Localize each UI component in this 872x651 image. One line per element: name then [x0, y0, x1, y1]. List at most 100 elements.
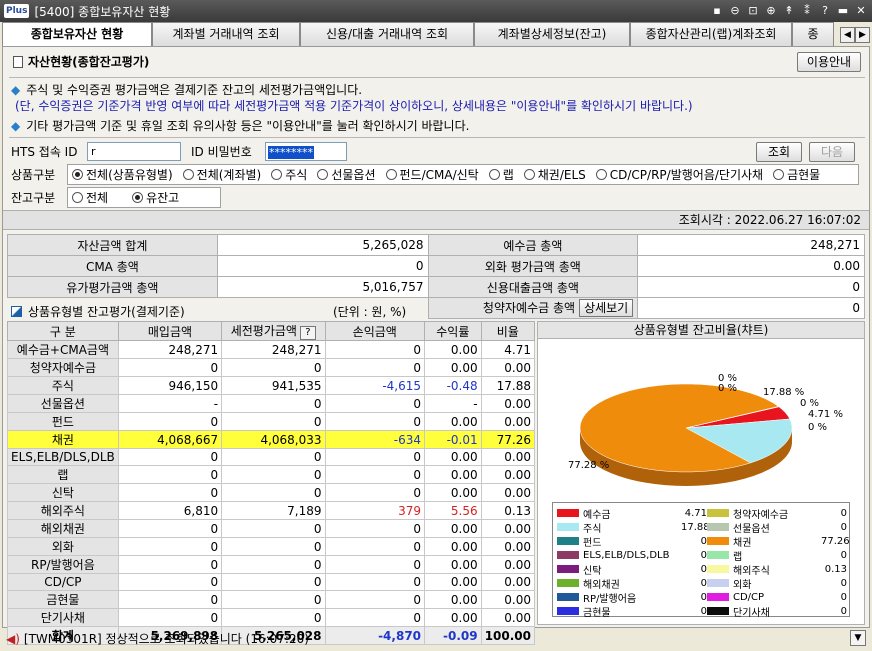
query-button[interactable]: 조회 [756, 142, 802, 162]
hts-id-input[interactable]: r [87, 142, 181, 161]
query-time: 조회시각 : 2022.06.27 16:07:02 [3, 210, 869, 230]
tab-4[interactable]: 계좌별상세정보(잔고) [474, 22, 630, 46]
table-cell: 주식 [7, 376, 119, 395]
menu-icon[interactable]: ▪ [710, 3, 724, 18]
info-button[interactable]: 이용안내 [797, 52, 861, 72]
divider [9, 137, 865, 138]
product-option[interactable]: 선물옵션 [317, 166, 376, 183]
product-option[interactable]: 펀드/CMA/신탁 [385, 166, 479, 183]
table-cell: 0.00 [480, 394, 536, 413]
legend-value: 0 [700, 577, 707, 589]
tab-1[interactable]: 종합보유자산 현황 [2, 22, 152, 46]
table-row: RP/발행어음 0 0 0 0.00 0.00 [7, 555, 536, 574]
table-cell: 0.00 [480, 555, 536, 574]
app-logo: Plus [4, 4, 30, 18]
table-row: 선물옵션 -0 0-0.00 [7, 394, 536, 413]
tab-scroll-right-icon[interactable]: ▶ [855, 27, 870, 43]
table-cell: 단기사채 [7, 608, 119, 627]
radio-icon[interactable] [317, 169, 329, 180]
notice-2: (단, 수익증권은 기준가격 반영 여부에 따라 세전평가금액 적용 기준가격이… [15, 99, 693, 113]
radio-icon[interactable] [271, 169, 283, 180]
radio-icon[interactable] [182, 169, 194, 180]
minimize-icon[interactable]: ▬ [836, 3, 850, 18]
help-icon[interactable]: ? [299, 326, 316, 340]
product-option[interactable]: CD/CP/RP/발행어음/단기사채 [595, 166, 763, 183]
table-cell: 17.88 [480, 376, 536, 395]
product-option[interactable]: 채권/ELS [523, 166, 586, 183]
chart-panel: 상품유형별 잔고비율(챠트) 17.88 % 77.28 % 0 % 0 % 0 % 4.… [537, 321, 865, 625]
status-bar: ◀) [TWM0301R] 정상적으로 조회되었습니다 (16:07:20) ▼ [2, 628, 870, 649]
chart-toggle-icon[interactable] [11, 306, 22, 317]
product-option[interactable]: 전체(상품유형별) [72, 166, 173, 183]
table-cell: 펀드 [7, 412, 119, 431]
balance-row: 잔고구분 전체 유잔고 [11, 187, 221, 208]
tab-3[interactable]: 신용/대출 거래내역 조회 [300, 22, 474, 46]
table-row: 예수금+CMA금액 248,271 248,271 0 0.00 4.71 [7, 340, 536, 359]
summary-value: 248,271 [637, 234, 865, 256]
product-option[interactable]: 전체(계좌별) [182, 166, 261, 183]
summary-row: CMA 총액 0 외화 평가금액 총액 0.00 [7, 255, 865, 277]
legend-value: 0 [840, 591, 847, 603]
summary-row: 자산금액 합계 5,265,028 예수금 총액 248,271 [7, 234, 865, 256]
product-option[interactable]: 금현물 [773, 166, 820, 183]
product-option[interactable]: 랩 [488, 166, 514, 183]
tab-bar: 종합보유자산 현황 계좌별 거래내역 조회 신용/대출 거래내역 조회 계좌별상세정보… [2, 22, 870, 46]
balance-option[interactable]: 전체 [72, 189, 108, 206]
close-icon[interactable]: ✕ [854, 3, 868, 18]
table-cell: RP/발행어음 [7, 555, 119, 574]
radio-icon[interactable] [132, 192, 144, 203]
table-cell: 0.00 [480, 537, 536, 556]
radio-icon[interactable] [385, 169, 397, 180]
table-cell: 77.26 [480, 430, 536, 449]
table-cell: 0 [221, 537, 326, 556]
legend-swatch [707, 565, 729, 573]
next-button[interactable]: 다음 [809, 142, 855, 162]
restore-icon[interactable]: ⊡ [746, 3, 760, 18]
legend-value: 0 [840, 507, 847, 519]
table-cell: 0 [324, 465, 426, 484]
legend-swatch [707, 607, 729, 615]
radio-icon[interactable] [523, 169, 535, 180]
product-label: 상품구분 [11, 168, 56, 182]
zoom-out-icon[interactable]: ⊖ [728, 3, 742, 18]
legend-value: 4.71 [684, 507, 707, 519]
table-cell: 0 [324, 608, 426, 627]
legend-label: 예수금 [583, 509, 611, 521]
legend-swatch [707, 537, 729, 545]
settings-icon[interactable]: ⁑ [800, 3, 814, 18]
help-icon[interactable]: ? [818, 3, 832, 18]
table-cell: 0.00 [424, 340, 482, 359]
zoom-in-icon[interactable]: ⊕ [764, 3, 778, 18]
radio-icon[interactable] [595, 169, 607, 180]
table-cell: 0.00 [424, 537, 482, 556]
table-cell: 0.00 [424, 555, 482, 574]
pie-label: 77.28 % [568, 460, 609, 471]
pin-icon[interactable]: ↟ [782, 3, 796, 18]
status-dropdown-icon[interactable]: ▼ [850, 630, 866, 646]
radio-icon[interactable] [488, 169, 500, 180]
table-row: 해외주식 6,810 7,189 379 5.56 0.13 [7, 501, 536, 520]
balance-option[interactable]: 유잔고 [132, 189, 179, 206]
table-cell: 0.00 [424, 519, 482, 538]
product-option-label: 전체(상품유형별) [86, 168, 173, 182]
table-cell: -4,615 [324, 376, 426, 395]
table-cell: 0 [324, 573, 426, 591]
password-input[interactable]: ******** [265, 142, 347, 161]
table-cell: 4,068,667 [117, 430, 223, 449]
tab-2[interactable]: 계좌별 거래내역 조회 [152, 22, 300, 46]
table-cell: 248,271 [221, 340, 326, 359]
legend-value: 0.13 [824, 563, 847, 575]
detail-button[interactable]: 상세보기 [579, 299, 634, 317]
radio-icon[interactable] [72, 192, 83, 203]
pie-label: 17.88 % [763, 387, 804, 398]
radio-icon[interactable] [72, 169, 83, 180]
product-option[interactable]: 주식 [271, 166, 307, 183]
table-cell: 0.00 [424, 608, 482, 627]
tab-5[interactable]: 종합자산관리(랩)계좌조회 [630, 22, 792, 46]
radio-icon[interactable] [773, 169, 785, 180]
product-option-label: 주식 [285, 168, 308, 182]
tab-6[interactable]: 종 [792, 22, 834, 46]
table-cell: -0.01 [424, 430, 482, 449]
tab-scroll-left-icon[interactable]: ◀ [840, 27, 855, 43]
product-option-label: 선물옵션 [331, 168, 376, 182]
